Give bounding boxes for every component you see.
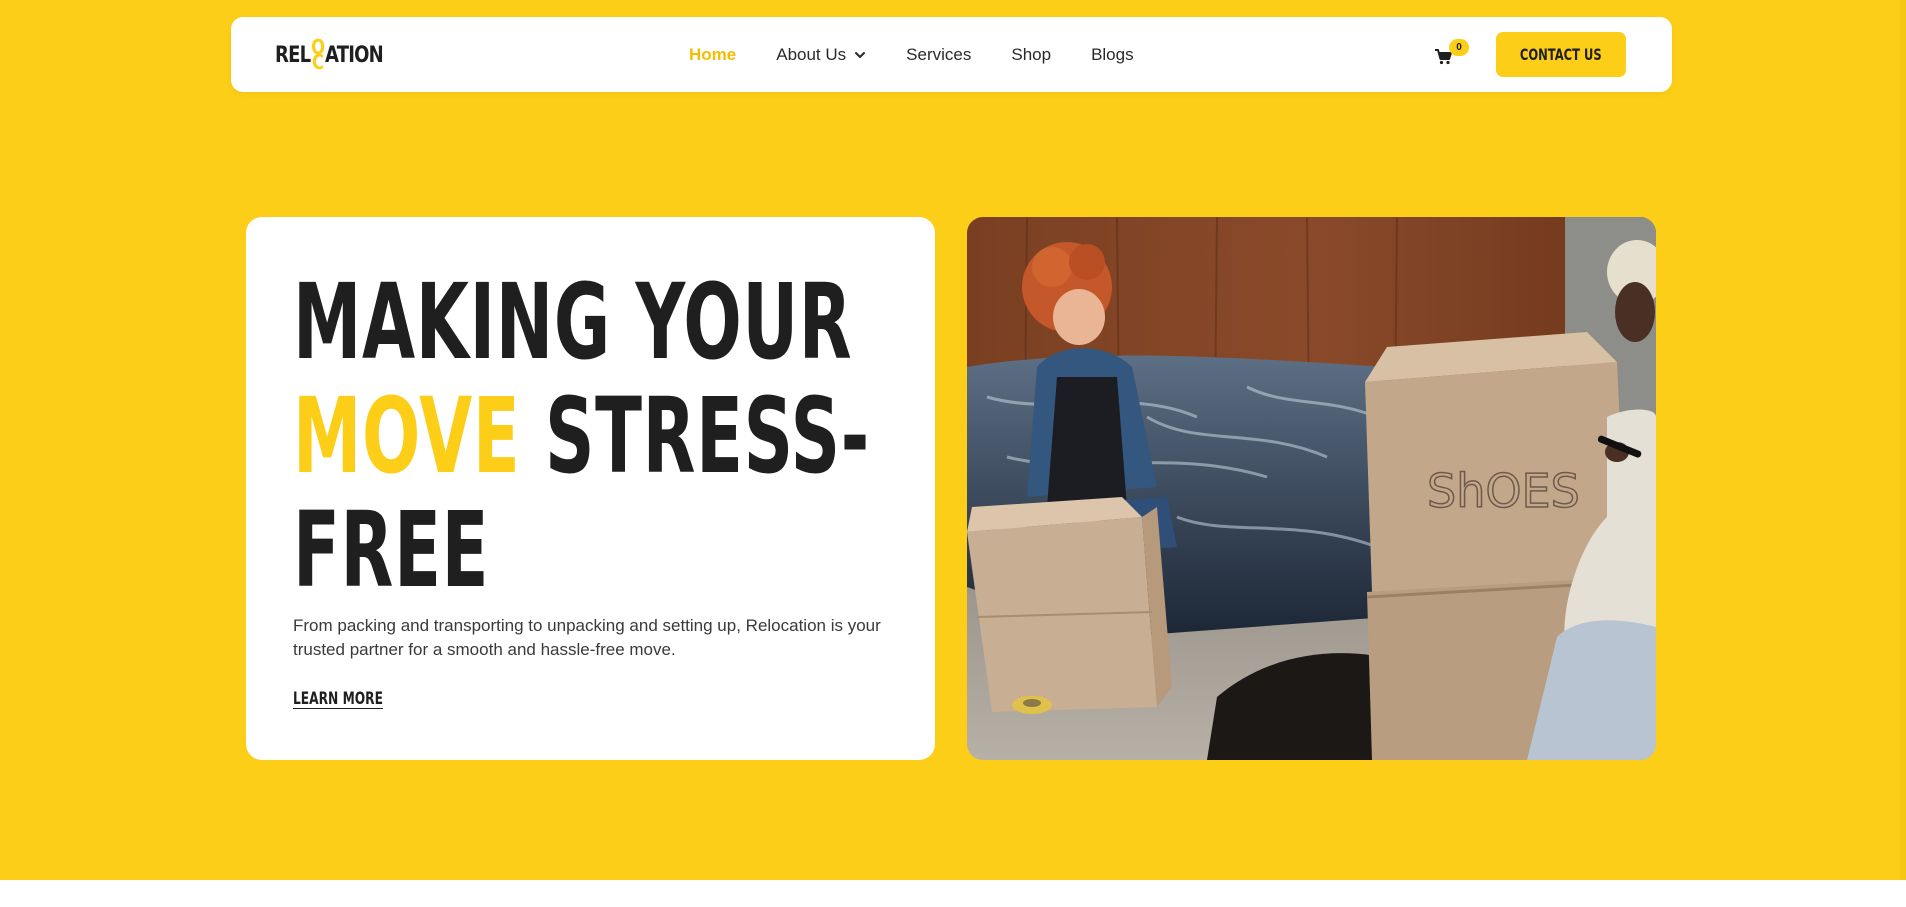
nav-item-about-us[interactable]: About Us xyxy=(776,45,866,65)
logo-letter-bottom: C xyxy=(312,50,324,74)
nav-item-about-us-label: About Us xyxy=(776,44,847,64)
main-nav: Home About Us Services Shop Blogs xyxy=(689,17,1174,92)
nav-item-home[interactable]: Home xyxy=(689,45,736,65)
logo-stacked-letters: O C xyxy=(311,37,325,74)
box-writing: ShOES xyxy=(1427,464,1580,518)
cart-count-badge: 0 xyxy=(1449,39,1469,56)
headline-highlight-word: MOVE xyxy=(293,375,521,497)
page-scroll-edge xyxy=(1900,0,1906,880)
hero-headline: MAKING YOUR MOVE STRESS- FREE xyxy=(293,265,870,607)
site-header: REL O C ATION Home About Us Services Sho… xyxy=(231,17,1672,92)
hero-description: From packing and transporting to unpacki… xyxy=(293,616,881,659)
headline-line-1: MAKING YOUR xyxy=(293,261,853,383)
nav-item-shop[interactable]: Shop xyxy=(1011,45,1051,65)
headline-line-3: FREE xyxy=(293,489,490,611)
logo-text-right: ATION xyxy=(325,42,384,68)
brand-logo[interactable]: REL O C ATION xyxy=(275,37,384,74)
nav-item-services[interactable]: Services xyxy=(906,45,971,65)
contact-us-button[interactable]: CONTACT US xyxy=(1496,32,1626,77)
hero-photo-movers-packing: ShOES xyxy=(967,217,1656,760)
chevron-down-icon xyxy=(855,51,866,58)
contact-us-button-label: CONTACT US xyxy=(1520,45,1602,64)
learn-more-link[interactable]: LEARN MORE xyxy=(293,689,383,709)
hero-text-card: MAKING YOUR MOVE STRESS- FREE From packi… xyxy=(246,217,935,760)
headline-line-2-rest: STRESS- xyxy=(545,375,870,497)
hero-photo-illustration: ShOES xyxy=(967,217,1656,760)
logo-text-left: REL xyxy=(275,42,311,68)
nav-item-blogs[interactable]: Blogs xyxy=(1091,45,1134,65)
